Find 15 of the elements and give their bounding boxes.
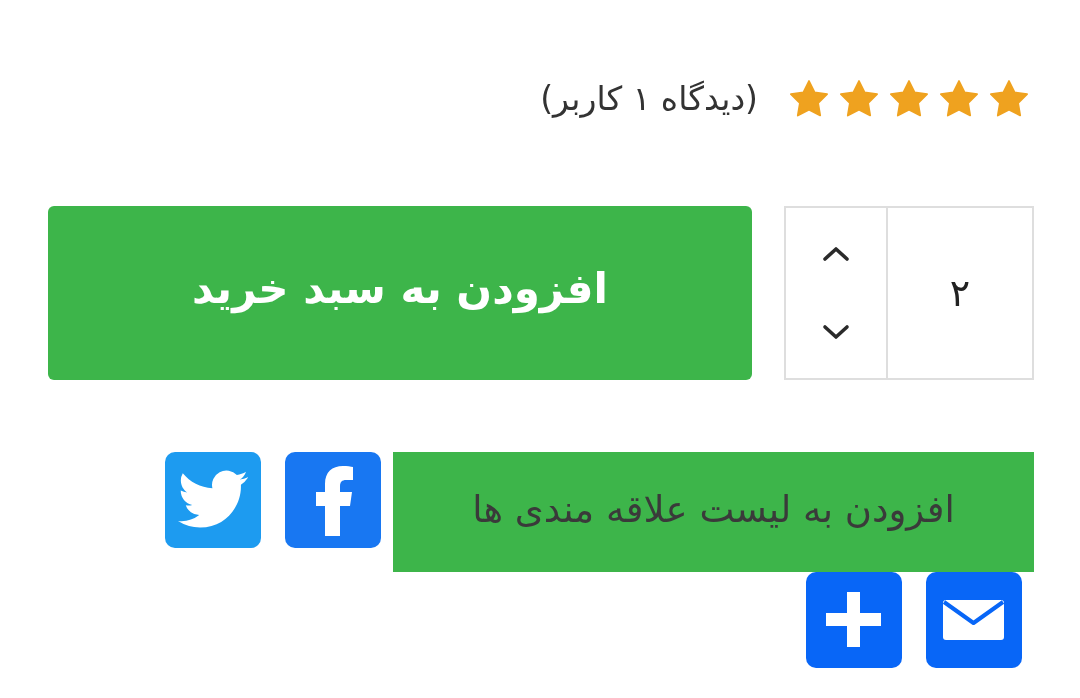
- star-icon: [990, 79, 1028, 117]
- star-icon: [890, 79, 928, 117]
- email-icon[interactable]: [926, 572, 1022, 668]
- add-to-wishlist-button[interactable]: افزودن به لیست علاقه مندی ها: [393, 452, 1034, 572]
- twitter-icon[interactable]: [165, 452, 261, 548]
- star-icon: [790, 79, 828, 117]
- add-to-cart-button[interactable]: افزودن به سبد خرید: [48, 206, 752, 380]
- star-icon: [840, 79, 878, 117]
- chevron-down-icon: [822, 324, 850, 340]
- facebook-icon[interactable]: [285, 452, 381, 548]
- star-icon: [940, 79, 978, 117]
- plus-icon[interactable]: [806, 572, 902, 668]
- review-count: (دیدگاه ۱ کاربر): [540, 78, 758, 118]
- chevron-up-icon: [822, 246, 850, 262]
- quantity-field[interactable]: ۲: [886, 206, 1034, 380]
